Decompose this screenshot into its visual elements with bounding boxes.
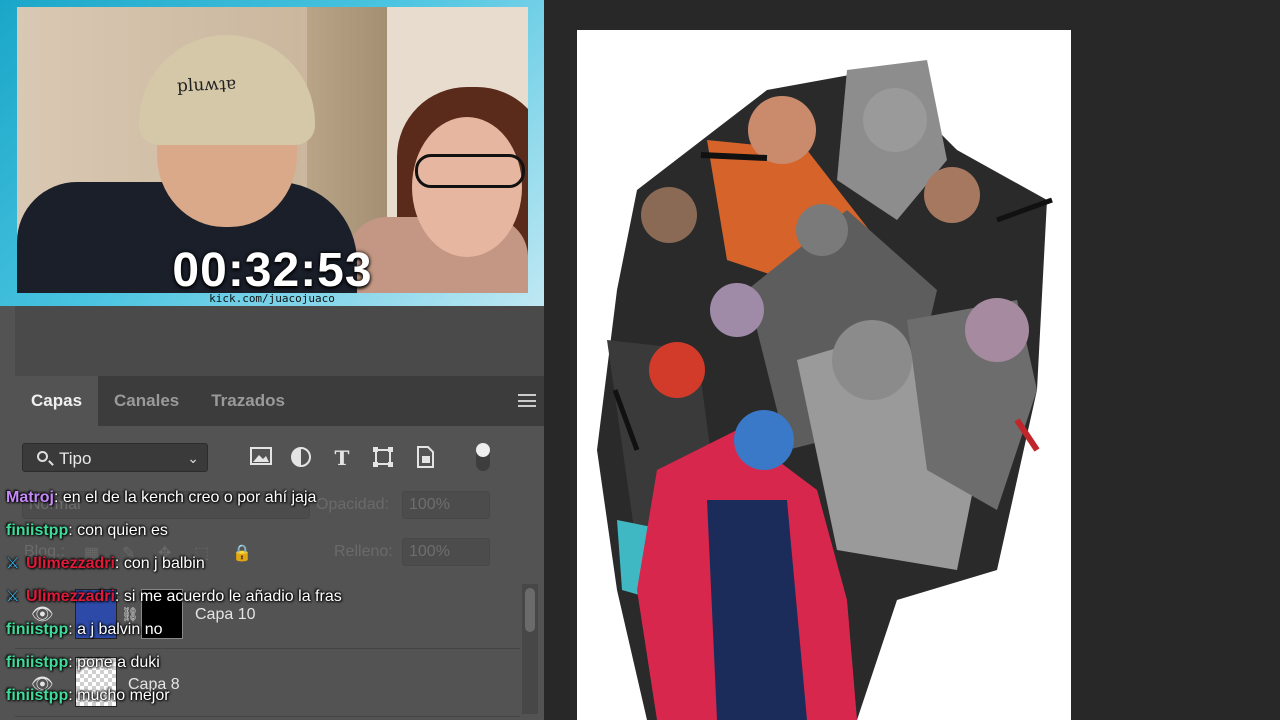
chat-message: Matroj: en el de la kench creo o por ahí… (6, 488, 526, 521)
chat-separator: : (54, 489, 63, 506)
filter-toggle[interactable] (476, 443, 490, 471)
tab-trazados[interactable]: Trazados (195, 376, 301, 426)
chat-username: Matroj (6, 489, 54, 506)
webcam-frame: pluʍʇɐ 00:32:53 kick.com/juacojuaco (0, 0, 544, 306)
chat-separator: : (68, 654, 78, 671)
chat-text: pone a duki (77, 654, 160, 671)
sword-badge-icon: ⚔ (6, 588, 20, 605)
search-icon (37, 451, 48, 462)
chat-text: en el de la kench creo o por ahí jaja (62, 489, 317, 506)
chat-message: ⚔ Ulimezzadri: con j balbin (6, 554, 526, 587)
layer-filter-select[interactable]: Tipo ⌄ (22, 443, 208, 472)
chat-separator: : (114, 588, 124, 605)
stream-watermark: kick.com/juacojuaco (209, 292, 335, 305)
smart-object-icon[interactable] (413, 446, 437, 470)
layers-panel-tabs: Capas Canales Trazados (15, 376, 544, 426)
chat-text: a j balvin no (77, 621, 163, 638)
chat-username: finiistpp (6, 522, 69, 539)
streamer-1-cap: pluʍʇɐ (139, 35, 315, 145)
chat-username: finiistpp (6, 621, 69, 638)
image-icon[interactable] (249, 446, 273, 470)
sword-badge-icon: ⚔ (6, 555, 20, 572)
chevron-down-icon: ⌄ (187, 450, 199, 466)
cap-logo: pluʍʇɐ (176, 73, 237, 97)
tab-canales[interactable]: Canales (98, 376, 195, 426)
chat-message: finiistpp: mucho mejor (6, 686, 526, 719)
collage-artwork (597, 60, 1053, 720)
chat-separator: : (68, 522, 78, 539)
chat-separator: : (114, 555, 124, 572)
chat-username: finiistpp (6, 687, 69, 704)
chat-username: finiistpp (6, 654, 69, 671)
chat-overlay: Matroj: en el de la kench creo o por ahí… (6, 488, 526, 719)
chat-separator: : (68, 621, 78, 638)
chat-text: con quien es (77, 522, 168, 539)
scrollbar-thumb[interactable] (525, 588, 535, 632)
chat-username: Ulimezzadri (26, 555, 115, 572)
shape-icon[interactable] (371, 446, 395, 470)
glasses (415, 154, 525, 188)
chat-text: mucho mejor (77, 687, 170, 704)
chat-message: finiistpp: a j balvin no (6, 620, 526, 653)
chat-separator: : (68, 687, 78, 704)
panel-strip (15, 306, 544, 377)
webcam-video: pluʍʇɐ 00:32:53 (17, 7, 528, 293)
adjustment-icon[interactable] (289, 446, 313, 470)
stream-timer: 00:32:53 (172, 244, 373, 293)
chat-message: finiistpp: pone a duki (6, 653, 526, 686)
chat-text: si me acuerdo le añadio la fras (123, 588, 342, 605)
document-canvas[interactable] (577, 30, 1071, 720)
type-icon[interactable]: T (330, 446, 354, 470)
chat-message: finiistpp: con quien es (6, 521, 526, 554)
panel-menu-icon[interactable] (518, 394, 536, 407)
chat-username: Ulimezzadri (26, 588, 115, 605)
tab-capas[interactable]: Capas (15, 376, 99, 426)
layer-filter-label: Tipo (59, 449, 92, 468)
chat-message: ⚔ Ulimezzadri: si me acuerdo le añadio la… (6, 587, 526, 620)
chat-text: con j balbin (123, 555, 205, 572)
